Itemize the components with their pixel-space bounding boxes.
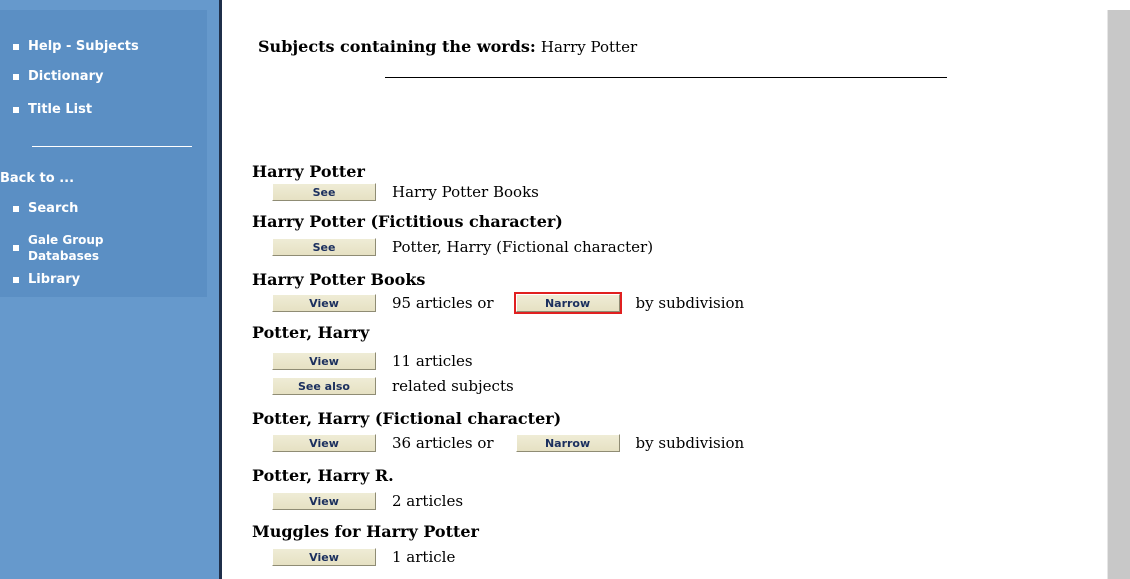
heading-rule xyxy=(385,77,947,78)
see-target: Harry Potter Books xyxy=(392,183,539,201)
sidebar-link-title-list[interactable]: Title List xyxy=(13,102,92,117)
view-button[interactable]: View xyxy=(272,548,376,566)
back-to-heading: Back to ... xyxy=(0,171,75,186)
sidebar-link-library[interactable]: Library xyxy=(13,272,80,287)
subject-title[interactable]: Harry Potter Books xyxy=(252,270,425,289)
see-target: Potter, Harry (Fictional character) xyxy=(392,238,654,256)
subject-title[interactable]: Potter, Harry xyxy=(252,323,369,342)
subject-line: See Harry Potter Books xyxy=(272,183,539,201)
narrow-button[interactable]: Narrow xyxy=(515,434,620,452)
bullet-icon xyxy=(13,73,19,80)
view-button[interactable]: View xyxy=(272,434,376,452)
sidebar-link-label: Gale Group Databases xyxy=(28,233,104,263)
sidebar-link-label: Help - Subjects xyxy=(28,39,139,54)
bullet-icon xyxy=(13,276,19,283)
subject-line: View 36 articles or Narrow by subdivisio… xyxy=(272,434,744,452)
article-count: 11 articles xyxy=(392,352,473,370)
bullet-icon xyxy=(13,205,19,212)
subject-line: View 95 articles or Narrow by subdivisio… xyxy=(272,292,745,314)
subject-line: View 11 articles xyxy=(272,352,473,370)
article-count: 95 articles or xyxy=(392,294,494,312)
article-count: 1 article xyxy=(392,548,456,566)
sidebar-link-label: Search xyxy=(28,201,79,216)
subject-title[interactable]: Potter, Harry R. xyxy=(252,466,394,485)
view-button[interactable]: View xyxy=(272,352,376,370)
bullet-icon xyxy=(13,106,19,113)
page-heading: Subjects containing the words: Harry Pot… xyxy=(258,37,637,56)
bullet-icon xyxy=(13,43,19,50)
sidebar: Help - Subjects Dictionary Title List Ba… xyxy=(0,0,222,579)
narrow-suffix: by subdivision xyxy=(635,434,745,452)
subject-title[interactable]: Harry Potter xyxy=(252,162,365,181)
view-button[interactable]: View xyxy=(272,492,376,510)
view-button[interactable]: View xyxy=(272,294,376,312)
article-count: 36 articles or xyxy=(392,434,494,452)
subject-line: See Potter, Harry (Fictional character) xyxy=(272,238,653,256)
subject-line: View 2 articles xyxy=(272,492,463,510)
sidebar-link-label: Library xyxy=(28,272,81,287)
sidebar-divider xyxy=(32,146,192,147)
sidebar-link-search[interactable]: Search xyxy=(13,201,78,216)
heading-label: Subjects containing the words: xyxy=(258,37,536,56)
see-also-button[interactable]: See also xyxy=(272,377,376,395)
article-count: 2 articles xyxy=(392,492,464,510)
bullet-icon xyxy=(13,245,19,251)
sidebar-link-label: Title List xyxy=(28,102,93,117)
see-also-target: related subjects xyxy=(392,377,514,395)
subject-title[interactable]: Muggles for Harry Potter xyxy=(252,522,479,541)
sidebar-link-label: Dictionary xyxy=(28,69,104,84)
see-button[interactable]: See xyxy=(272,183,376,201)
see-button[interactable]: See xyxy=(272,238,376,256)
subject-title[interactable]: Harry Potter (Fictitious character) xyxy=(252,212,563,231)
narrow-button[interactable]: Narrow xyxy=(513,292,622,314)
subject-title[interactable]: Potter, Harry (Fictional character) xyxy=(252,409,561,428)
sidebar-link-dictionary[interactable]: Dictionary xyxy=(13,69,103,84)
subject-line: See also related subjects xyxy=(272,377,514,395)
sidebar-link-gale-group-databases[interactable]: Gale Group Databases xyxy=(13,232,118,264)
vertical-scrollbar[interactable] xyxy=(1108,10,1130,579)
search-query: Harry Potter xyxy=(540,38,638,56)
subject-line: View 1 article xyxy=(272,548,455,566)
sidebar-link-help-subjects[interactable]: Help - Subjects xyxy=(13,39,139,54)
results-area: Subjects containing the words: Harry Pot… xyxy=(252,0,1092,579)
narrow-suffix: by subdivision xyxy=(635,294,745,312)
